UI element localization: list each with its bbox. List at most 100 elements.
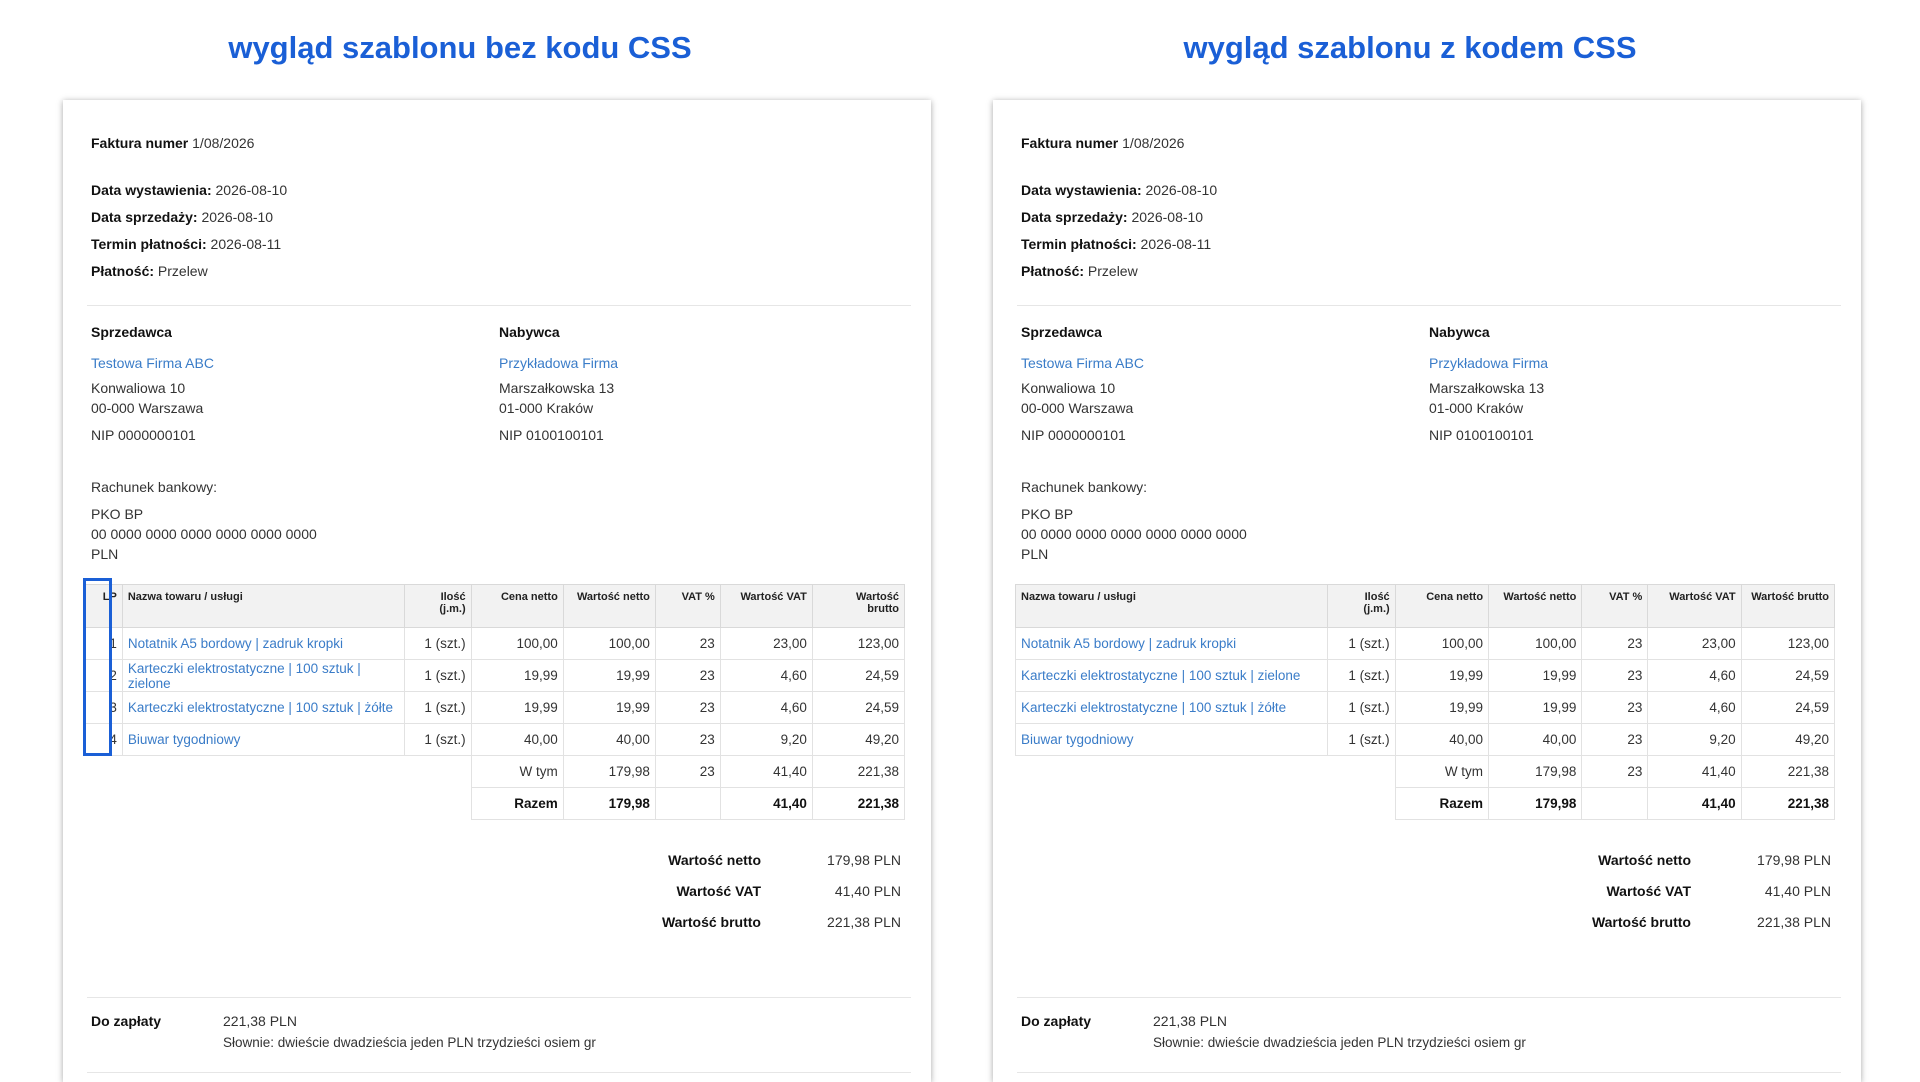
row-gross: 24,59 (1740, 691, 1836, 724)
empty-cell (86, 756, 472, 788)
table-row-razem: Razem 179,98 41,40 221,38 (1016, 787, 1836, 820)
invoice-number-value: 1/08/2026 (192, 135, 255, 151)
seller-street: Konwaliowa 10 (1021, 380, 1116, 396)
summary-label: Wartość netto (1598, 851, 1691, 868)
bank-name: PKO BP (91, 506, 144, 522)
items-table: LP Nazwa towaru / usługi Ilość (j.m.) Ce… (85, 584, 906, 820)
to-pay-amount: 221,38 PLN (223, 1013, 297, 1029)
header-vat-value: Wartość VAT (1647, 584, 1742, 628)
sale-date: Data sprzedaży: 2026-08-10 (1021, 204, 1837, 231)
row-item-name-link[interactable]: Biuwar tygodniowy (121, 723, 406, 756)
wtym-net-value: 179,98 (1488, 755, 1583, 788)
summary-value: 221,38 PLN (1757, 913, 1831, 930)
bank-label: Rachunek bankowy: (1021, 479, 1148, 495)
buyer-title: Nabywca (1429, 324, 1490, 340)
table-row-wtym: W tym 179,98 23 41,40 221,38 (1016, 755, 1836, 788)
row-vat-value: 23,00 (719, 627, 813, 660)
wtym-gross: 221,38 (1740, 755, 1836, 788)
table-row: Karteczki elektrostatyczne | 100 sztuk |… (1014, 691, 1836, 724)
row-qty: 1 (szt.) (1327, 659, 1396, 692)
row-net-price: 19,99 (470, 691, 564, 724)
row-net-price: 19,99 (470, 659, 564, 692)
seller-name-link[interactable]: Testowa Firma ABC (91, 352, 499, 374)
row-net-price: 40,00 (1394, 723, 1490, 756)
issue-date-label: Data wystawienia: (1021, 182, 1142, 198)
row-vat-pct: 23 (1581, 659, 1649, 692)
row-net-value: 40,00 (1488, 723, 1583, 756)
items-header-row: Nazwa towaru / usługi Ilość (j.m.) Cena … (1014, 584, 1836, 628)
row-vat-value: 4,60 (719, 691, 813, 724)
row-vat-pct: 23 (654, 691, 721, 724)
buyer-name-link[interactable]: Przykładowa Firma (1429, 352, 1837, 374)
invoice-number-label: Faktura numer (1021, 135, 1119, 151)
row-item-name-link[interactable]: Karteczki elektrostatyczne | 100 sztuk |… (1014, 659, 1329, 692)
to-pay-label: Do zapłaty (1021, 1013, 1092, 1029)
row-vat-pct: 23 (1581, 627, 1649, 660)
header-vat-value: Wartość VAT (719, 584, 813, 628)
header-net-price: Cena netto (470, 584, 564, 628)
summary-table: Wartość netto 179,98 PLN Wartość VAT 41,… (1592, 844, 1831, 937)
row-vat-value: 4,60 (719, 659, 813, 692)
bank-account-number: 00 0000 0000 0000 0000 0000 0000 (1021, 526, 1247, 542)
to-pay-values: 221,38 PLN Słownie: dwieście dwadzieścia… (223, 1010, 596, 1054)
header-gross: Wartość brutto (1740, 584, 1836, 628)
row-vat-pct: 23 (654, 659, 721, 692)
summary-label: Wartość brutto (661, 913, 761, 930)
due-date-value: 2026-08-11 (210, 236, 282, 252)
buyer-name-link[interactable]: Przykładowa Firma (499, 352, 907, 374)
seller-nip: NIP 0000000101 (91, 427, 196, 443)
summary-value: 179,98 PLN (827, 851, 901, 868)
table-row-razem: Razem 179,98 41,40 221,38 (86, 787, 906, 820)
row-net-value: 40,00 (562, 723, 656, 756)
row-gross: 123,00 (811, 627, 906, 660)
summary-label: Wartość brutto (1591, 913, 1691, 930)
empty-cell (1016, 756, 1396, 788)
bank-label: Rachunek bankowy: (91, 479, 218, 495)
summary-value: 41,40 PLN (1764, 882, 1831, 899)
row-item-name-link[interactable]: Karteczki elektrostatyczne | 100 sztuk |… (121, 691, 406, 724)
seller-block: Sprzedawca Testowa Firma ABC Konwaliowa … (91, 320, 499, 446)
header-vat-pct: VAT % (654, 584, 721, 628)
summary-label: Wartość VAT (1606, 882, 1691, 899)
divider (1017, 1072, 1841, 1073)
items-table: Nazwa towaru / usługi Ilość (j.m.) Cena … (1014, 584, 1836, 820)
row-gross: 24,59 (811, 659, 906, 692)
buyer-nip: NIP 0100100101 (1429, 427, 1534, 443)
seller-name-link[interactable]: Testowa Firma ABC (1021, 352, 1429, 374)
row-net-value: 100,00 (562, 627, 656, 660)
table-row: 2 Karteczki elektrostatyczne | 100 sztuk … (85, 659, 906, 692)
wtym-vat-value: 41,40 (719, 755, 813, 788)
row-vat-value: 9,20 (1647, 723, 1742, 756)
summary-row: Wartość brutto 221,38 PLN (662, 906, 901, 937)
issue-date: Data wystawienia: 2026-08-10 (1021, 177, 1837, 204)
row-item-name-link[interactable]: Karteczki elektrostatyczne | 100 sztuk |… (1014, 691, 1329, 724)
wtym-vat-pct: 23 (1581, 755, 1649, 788)
row-item-name-link[interactable]: Karteczki elektrostatyczne | 100 sztuk |… (121, 659, 406, 692)
row-gross: 24,59 (811, 691, 906, 724)
header-net-price: Cena netto (1394, 584, 1490, 628)
items-header-row: LP Nazwa towaru / usługi Ilość (j.m.) Ce… (85, 584, 906, 628)
empty-cell (1016, 788, 1396, 820)
summary-row: Wartość VAT 41,40 PLN (1592, 875, 1831, 906)
summary-row: Wartość brutto 221,38 PLN (1592, 906, 1831, 937)
payment-method: Płatność: Przelew (91, 258, 907, 285)
to-pay-in-words: Słownie: dwieście dwadzieścia jeden PLN … (223, 1035, 596, 1050)
wtym-vat-pct: 23 (654, 755, 721, 788)
bank-currency: PLN (1021, 546, 1049, 562)
to-pay-amount: 221,38 PLN (1153, 1013, 1227, 1029)
seller-block: Sprzedawca Testowa Firma ABC Konwaliowa … (1021, 320, 1429, 446)
row-net-value: 19,99 (1488, 659, 1583, 692)
row-vat-value: 23,00 (1647, 627, 1742, 660)
row-item-name-link[interactable]: Notatnik A5 bordowy | zadruk kropki (1014, 627, 1329, 660)
to-pay-label: Do zapłaty (91, 1013, 162, 1029)
bank-account: Rachunek bankowy: PKO BP 00 0000 0000 00… (1021, 476, 1837, 564)
razem-gross: 221,38 (811, 787, 906, 820)
header-gross-line1: Wartość (856, 591, 899, 603)
row-net-price: 40,00 (470, 723, 564, 756)
row-vat-pct: 23 (654, 627, 721, 660)
row-item-name-link[interactable]: Notatnik A5 bordowy | zadruk kropki (121, 627, 406, 660)
row-item-name-link[interactable]: Biuwar tygodniowy (1014, 723, 1329, 756)
header-gross-line2: brutto (867, 603, 899, 615)
invoice-number: Faktura numer 1/08/2026 (91, 130, 907, 157)
row-gross: 49,20 (1740, 723, 1836, 756)
